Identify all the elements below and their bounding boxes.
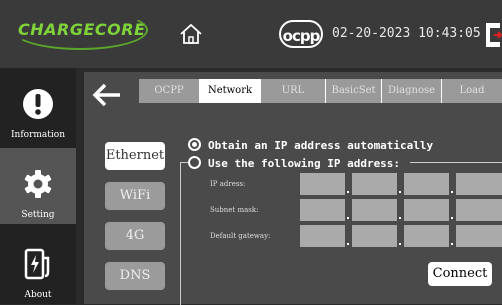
tab-diagnose[interactable]: Diagnose bbox=[382, 79, 442, 103]
sidebar-item-about[interactable]: About bbox=[0, 228, 76, 304]
exclamation-icon bbox=[23, 89, 53, 119]
network-settings-panel: OCPP Network URL BasicSet Diagnose Load … bbox=[84, 72, 502, 305]
default-gateway-label: Default gateway: bbox=[210, 232, 271, 240]
back-arrow-icon[interactable] bbox=[92, 82, 122, 108]
ip-address-octet-2[interactable] bbox=[352, 173, 397, 195]
tab-bar: OCPP Network URL BasicSet Diagnose Load bbox=[139, 79, 502, 103]
sidebar-item-label: Information bbox=[10, 130, 65, 140]
wifi-button[interactable]: WiFi bbox=[105, 182, 165, 210]
ip-address-octet-3[interactable] bbox=[404, 173, 449, 195]
sidebar-item-label: About bbox=[24, 290, 52, 300]
tab-basicset[interactable]: BasicSet bbox=[326, 79, 382, 103]
gear-icon bbox=[24, 170, 52, 198]
subnet-mask-octet-1[interactable] bbox=[300, 199, 345, 221]
sidebar: Information Setting About bbox=[0, 68, 76, 304]
gateway-octet-1[interactable] bbox=[300, 225, 345, 247]
ip-address-octet-4[interactable] bbox=[456, 173, 502, 195]
ocpp-logo-icon: ocpp bbox=[279, 20, 323, 48]
charging-status-icon bbox=[486, 23, 502, 47]
ip-address-label: IP adress: bbox=[210, 180, 246, 188]
charger-icon bbox=[24, 248, 50, 280]
tab-network[interactable]: Network bbox=[200, 79, 261, 103]
manual-ip-option[interactable]: Use the following IP address: bbox=[188, 156, 400, 170]
tab-url[interactable]: URL bbox=[261, 79, 326, 103]
gateway-octet-2[interactable] bbox=[352, 225, 397, 247]
subnet-mask-octet-3[interactable] bbox=[404, 199, 449, 221]
subnet-mask-octet-2[interactable] bbox=[352, 199, 397, 221]
sidebar-item-information[interactable]: Information bbox=[0, 68, 76, 144]
radio-checked-icon[interactable] bbox=[188, 138, 201, 151]
datetime: 02-20-2023 10:43:05 bbox=[332, 26, 481, 41]
connect-button[interactable]: Connect bbox=[428, 262, 492, 286]
gateway-octet-3[interactable] bbox=[404, 225, 449, 247]
gateway-octet-4[interactable] bbox=[456, 225, 502, 247]
radio-unchecked-icon[interactable] bbox=[188, 156, 201, 169]
top-bar: CHARGECORE ocpp 02-20-2023 10:43:05 bbox=[0, 0, 502, 68]
subnet-mask-label: Subnet mask: bbox=[210, 206, 259, 214]
ethernet-button[interactable]: Ethernet bbox=[105, 142, 165, 170]
tab-load[interactable]: Load bbox=[442, 79, 502, 103]
dns-button[interactable]: DNS bbox=[105, 262, 165, 290]
subnet-mask-octet-4[interactable] bbox=[456, 199, 502, 221]
tab-ocpp[interactable]: OCPP bbox=[139, 79, 200, 103]
chargecore-logo: CHARGECORE bbox=[12, 10, 148, 50]
auto-ip-option[interactable]: Obtain an IP address automatically bbox=[188, 138, 433, 152]
ip-address-octet-1[interactable] bbox=[300, 173, 345, 195]
sidebar-item-setting[interactable]: Setting bbox=[0, 148, 76, 224]
4g-button[interactable]: 4G bbox=[105, 222, 165, 250]
home-icon[interactable] bbox=[179, 23, 203, 45]
sidebar-item-label: Setting bbox=[21, 210, 55, 220]
